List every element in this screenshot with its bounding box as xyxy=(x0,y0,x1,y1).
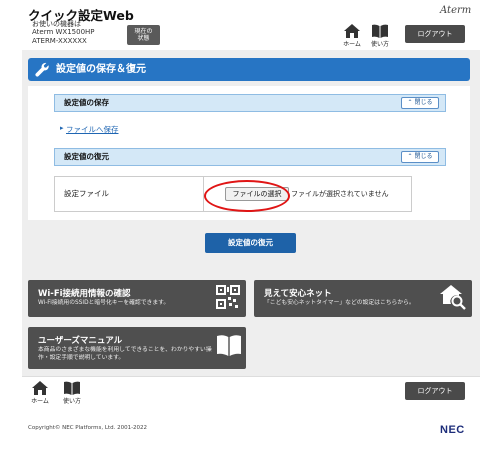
safety-net-card[interactable]: 見えて安心ネット 「こども安心ネットタイマー」などの設定はこちらから。 xyxy=(254,280,472,317)
footer-home-nav[interactable]: ホーム xyxy=(26,381,54,405)
header: クイック設定Web お使いの機器は Aterm WX1500HP ATERM-X… xyxy=(0,0,500,50)
file-status-text: ファイルが選択されていません xyxy=(291,190,389,198)
user-manual-card[interactable]: ユーザーズマニュアル 本商品のさまざまな機能を利用してできることを、わかりやすい… xyxy=(28,327,246,369)
aterm-logo: Aterm xyxy=(440,5,472,16)
device-line-2: Aterm WX1500HP xyxy=(32,28,95,37)
save-close-button[interactable]: ⌃ 閉じる xyxy=(401,97,439,109)
restore-section-header: 設定値の復元 ⌃ 閉じる xyxy=(54,148,446,166)
highlight-ring xyxy=(204,180,290,212)
footer-help-nav[interactable]: 使い方 xyxy=(58,381,86,405)
logout-button[interactable]: ログアウト xyxy=(405,25,465,43)
settings-file-label: 設定ファイル xyxy=(55,177,204,211)
wifi-card-title: Wi-Fi接続用情報の確認 xyxy=(38,289,131,299)
device-line-1: お使いの機器は xyxy=(32,20,81,28)
section-title: 設定値の保存＆復元 xyxy=(56,64,146,75)
manual-card-title: ユーザーズマニュアル xyxy=(38,336,123,346)
restore-close-button[interactable]: ⌃ 閉じる xyxy=(401,151,439,163)
house-magnifier-icon xyxy=(440,285,466,310)
nec-logo: NEC xyxy=(440,424,465,436)
footer-divider xyxy=(22,376,480,377)
open-book-icon xyxy=(217,335,241,356)
save-section-header: 設定値の保存 ⌃ 閉じる xyxy=(54,94,446,112)
section-title-bar: 設定値の保存＆復元 xyxy=(28,58,470,81)
home-label: ホーム xyxy=(343,41,361,48)
footer-home-label: ホーム xyxy=(31,398,49,405)
device-info: お使いの機器は Aterm WX1500HP ATERM-XXXXXX xyxy=(32,20,95,45)
copyright-text: Copyright© NEC Platforms, Ltd. 2001-2022 xyxy=(28,425,148,431)
safety-card-title: 見えて安心ネット xyxy=(264,289,332,299)
wifi-card-desc: Wi-Fi接続用のSSIDと暗号化キーを確認できます。 xyxy=(38,300,170,306)
save-close-label: 閉じる xyxy=(414,99,433,106)
manual-desc-line-2: 作・設定手順で説明しています。 xyxy=(38,354,125,361)
home-nav[interactable]: ホーム xyxy=(338,24,366,48)
link-arrow-icon: ▸ xyxy=(60,124,64,132)
device-line-3: ATERM-XXXXXX xyxy=(32,36,87,45)
wifi-info-card[interactable]: Wi-Fi接続用情報の確認 Wi-Fi接続用のSSIDと暗号化キーを確認できます… xyxy=(28,280,246,317)
help-nav[interactable]: 使い方 xyxy=(366,24,394,48)
current-status-button[interactable]: 現在の 状態 xyxy=(127,25,160,45)
restore-section-title: 設定値の復元 xyxy=(64,152,109,161)
manual-desc-line-1: 本商品のさまざまな機能を利用してできることを、わかりやすい操 xyxy=(38,347,212,353)
save-to-file-link[interactable]: ファイルへ保存 xyxy=(66,124,119,135)
qr-code-icon xyxy=(216,285,240,309)
book-icon xyxy=(64,381,80,395)
wrench-icon xyxy=(35,62,49,77)
restore-settings-button[interactable]: 設定値の復元 xyxy=(205,233,296,253)
help-label: 使い方 xyxy=(370,41,389,48)
home-icon xyxy=(344,24,360,38)
book-icon xyxy=(372,24,388,38)
footer-help-label: 使い方 xyxy=(62,398,81,405)
safety-card-desc: 「こども安心ネットタイマー」などの設定はこちらから。 xyxy=(264,300,415,306)
footer-logout-button[interactable]: ログアウト xyxy=(405,382,465,400)
restore-close-label: 閉じる xyxy=(414,153,433,160)
chevron-up-icon: ⌃ xyxy=(407,153,413,160)
manual-card-desc: 本商品のさまざまな機能を利用してできることを、わかりやすい操 作・設定手順で説明… xyxy=(38,347,212,362)
home-icon xyxy=(32,381,48,395)
chevron-up-icon: ⌃ xyxy=(407,99,413,106)
save-section-title: 設定値の保存 xyxy=(64,98,109,107)
